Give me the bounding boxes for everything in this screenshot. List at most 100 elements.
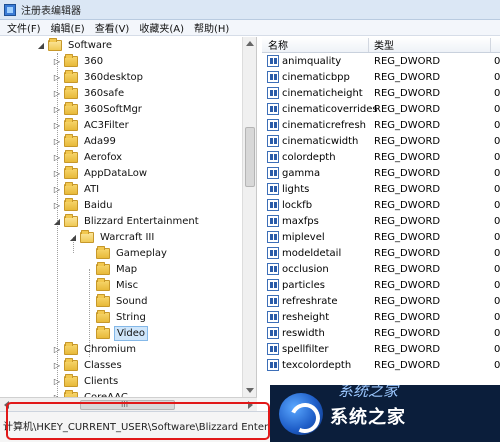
scroll-down-icon[interactable] (246, 388, 254, 393)
dword-value-icon (267, 327, 279, 339)
registry-value-row[interactable]: reswidth REG_DWORD 0 (262, 325, 500, 341)
tree-item[interactable]: ▷ 360 (52, 53, 105, 69)
expand-arrow-icon[interactable]: ▷ (52, 120, 62, 130)
tree-item[interactable]: String (84, 309, 148, 325)
tree-item-label: 360 (84, 55, 104, 67)
expand-arrow-icon[interactable]: ▷ (52, 200, 62, 210)
tree-item[interactable]: ▷ Chromium (52, 341, 138, 357)
expand-arrow-icon[interactable]: ▷ (52, 72, 62, 82)
registry-value-row[interactable]: refreshrate REG_DWORD 0 (262, 293, 500, 309)
registry-value-row[interactable]: modeldetail REG_DWORD 0 (262, 245, 500, 261)
column-separator[interactable] (490, 38, 491, 52)
tree-item[interactable]: ▷ 360SoftMgr (52, 101, 144, 117)
tree-item[interactable]: ▷ Classes (52, 357, 124, 373)
tree-item[interactable]: ▷ AC3Filter (52, 117, 131, 133)
registry-value-row[interactable]: cinematicbpp REG_DWORD 0 (262, 69, 500, 85)
registry-value-row[interactable]: maxfps REG_DWORD 0 (262, 213, 500, 229)
tree-item[interactable]: ▷ ATI (52, 181, 101, 197)
menu-edit[interactable]: 编辑(E) (46, 20, 90, 35)
collapse-arrow-icon[interactable]: ◢ (52, 216, 62, 226)
menu-help[interactable]: 帮助(H) (189, 20, 234, 35)
registry-value-row[interactable]: gamma REG_DWORD 0 (262, 165, 500, 181)
expand-arrow-icon[interactable]: ▷ (52, 184, 62, 194)
dword-value-icon (267, 295, 279, 307)
registry-value-row[interactable]: lockfb REG_DWORD 0 (262, 197, 500, 213)
column-type[interactable]: 类型 (374, 37, 394, 52)
collapse-arrow-icon[interactable]: ◢ (36, 40, 46, 50)
registry-value-row[interactable]: cinematicrefresh REG_DWORD 0 (262, 117, 500, 133)
tree-item-label: Blizzard Entertainment (84, 215, 199, 227)
expand-arrow-icon[interactable]: ▷ (52, 376, 62, 386)
collapse-arrow-icon[interactable]: ◢ (68, 232, 78, 242)
values-pane[interactable]: 名称 类型 animquality REG_DWORD 0 cinematicbpp R… (262, 37, 500, 397)
registry-value-row[interactable]: colordepth REG_DWORD 0 (262, 149, 500, 165)
tree-item[interactable]: ▷ CoreAAC (52, 389, 130, 397)
tree-item[interactable]: ◢ Software (36, 37, 114, 53)
tree-item[interactable]: ▷ Aerofox (52, 149, 124, 165)
value-name: cinematicbpp (282, 71, 350, 83)
expand-arrow-icon[interactable]: ▷ (52, 88, 62, 98)
folder-icon (64, 373, 78, 387)
registry-value-row[interactable]: resheight REG_DWORD 0 (262, 309, 500, 325)
registry-value-row[interactable]: cinematicoverrides REG_DWORD 0 (262, 101, 500, 117)
tree-item[interactable]: ◢ Warcraft III (68, 229, 156, 245)
value-type: REG_DWORD (374, 327, 441, 339)
expand-arrow-icon[interactable]: ▷ (52, 136, 62, 146)
tree-vertical-scrollbar[interactable] (242, 37, 256, 397)
expand-arrow-icon[interactable]: ▷ (52, 56, 62, 66)
expand-arrow-icon[interactable]: ▷ (52, 344, 62, 354)
tree-item-label: Map (116, 263, 138, 275)
expand-arrow-icon[interactable]: ▷ (52, 168, 62, 178)
value-name: resheight (282, 311, 330, 323)
tree-item[interactable]: ▷ Baidu (52, 197, 114, 213)
menu-favorites[interactable]: 收藏夹(A) (134, 20, 189, 35)
value-name: miplevel (282, 231, 325, 243)
dword-value-icon (267, 247, 279, 259)
tree-item[interactable]: ▷ Clients (52, 373, 120, 389)
value-type: REG_DWORD (374, 199, 441, 211)
registry-value-row[interactable]: lights REG_DWORD 0 (262, 181, 500, 197)
registry-value-row[interactable]: cinematicheight REG_DWORD 0 (262, 85, 500, 101)
menu-view[interactable]: 查看(V) (90, 20, 135, 35)
tree-item[interactable]: ▷ Ada99 (52, 133, 118, 149)
expand-arrow-icon[interactable]: ▷ (52, 360, 62, 370)
value-data: 0 (494, 151, 500, 163)
tree-item[interactable]: Sound (84, 293, 150, 309)
tree-pane[interactable]: ◢ Software ▷ 360 ▷ 360desktop ▷ 360safe ▷ 360Soft… (0, 37, 257, 397)
tree-item[interactable]: ▷ AppDataLow (52, 165, 149, 181)
menu-file[interactable]: 文件(F) (2, 20, 46, 35)
registry-value-row[interactable]: spellfilter REG_DWORD 0 (262, 341, 500, 357)
tree-item[interactable]: Map (84, 261, 139, 277)
registry-icon (4, 3, 16, 16)
tree-item-label: Ada99 (84, 135, 116, 147)
tree-item[interactable]: ▷ 360safe (52, 85, 126, 101)
value-name: spellfilter (282, 343, 329, 355)
tree-item[interactable]: Gameplay (84, 245, 169, 261)
tree-item[interactable]: ◢ Blizzard Entertainment (52, 213, 201, 229)
tree-item[interactable]: Misc (84, 277, 140, 293)
dword-value-icon (267, 231, 279, 243)
value-data: 0 (494, 247, 500, 259)
values-header: 名称 类型 (262, 37, 500, 53)
registry-value-row[interactable]: cinematicwidth REG_DWORD 0 (262, 133, 500, 149)
column-name[interactable]: 名称 (268, 37, 288, 52)
registry-value-row[interactable]: occlusion REG_DWORD 0 (262, 261, 500, 277)
dword-value-icon (267, 279, 279, 291)
folder-icon (96, 293, 110, 307)
expand-arrow-icon[interactable]: ▷ (52, 104, 62, 114)
tree-item-label: Software (68, 39, 113, 51)
value-data: 0 (494, 295, 500, 307)
vertical-scroll-thumb[interactable] (245, 127, 255, 187)
registry-value-row[interactable]: particles REG_DWORD 0 (262, 277, 500, 293)
tree-item-label: Aerofox (84, 151, 123, 163)
value-data: 0 (494, 311, 500, 323)
dword-value-icon (267, 311, 279, 323)
registry-value-row[interactable]: texcolordepth REG_DWORD 0 (262, 357, 500, 373)
scroll-up-icon[interactable] (246, 41, 254, 46)
column-separator[interactable] (368, 38, 369, 52)
tree-item[interactable]: Video (84, 325, 149, 341)
expand-arrow-icon[interactable]: ▷ (52, 152, 62, 162)
registry-value-row[interactable]: miplevel REG_DWORD 0 (262, 229, 500, 245)
tree-item[interactable]: ▷ 360desktop (52, 69, 145, 85)
registry-value-row[interactable]: animquality REG_DWORD 0 (262, 53, 500, 69)
